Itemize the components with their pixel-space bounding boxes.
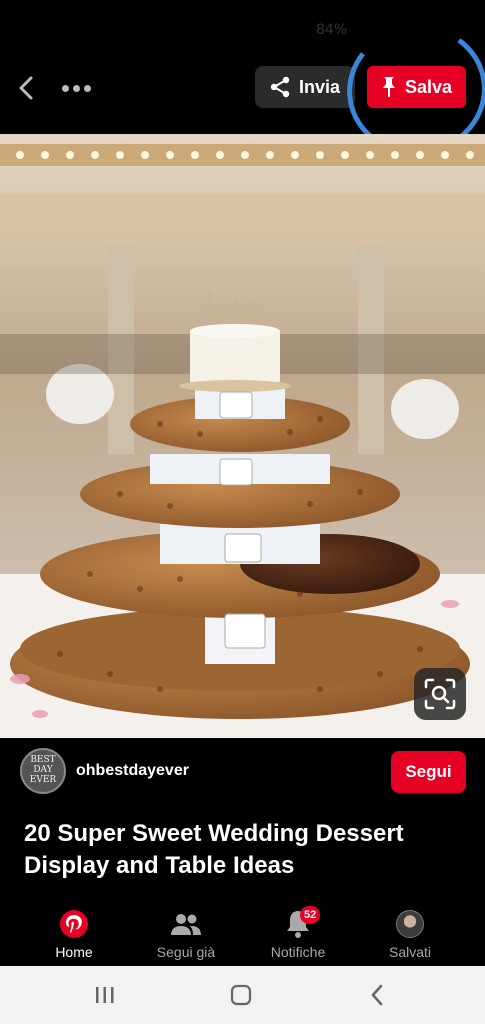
share-icon — [270, 76, 290, 98]
chevron-left-icon — [371, 984, 383, 1006]
nav-label-saved: Salvati — [388, 944, 432, 960]
pin-toolbar: Invia Salva — [0, 15, 485, 165]
save-label: Salva — [405, 76, 453, 97]
home-square-icon — [230, 984, 252, 1006]
recent-apps-icon — [96, 987, 114, 1003]
follow-button[interactable]: Segui — [391, 751, 466, 793]
home-button[interactable] — [221, 982, 261, 1008]
nav-label-notifications: Notifiche — [270, 944, 326, 960]
creator-row: BEST DAY EVER ohbestdayever Segui — [0, 748, 485, 798]
system-nav-bar — [0, 966, 485, 1024]
dot-icon — [61, 84, 69, 92]
share-button[interactable]: Invia — [255, 66, 355, 108]
more-options-button[interactable] — [58, 76, 94, 100]
profile-avatar-icon — [396, 910, 424, 938]
pin-image[interactable]: love — [0, 134, 485, 738]
nav-label-following: Segui già — [156, 944, 216, 960]
nav-item-saved[interactable]: Salvati — [360, 908, 460, 966]
battery-level: 84% — [316, 22, 348, 38]
nav-label-home: Home — [55, 944, 93, 960]
pushpin-icon — [383, 77, 395, 97]
dot-icon — [72, 84, 80, 92]
pin-title: 20 Super Sweet Wedding Dessert Display a… — [24, 820, 404, 879]
avatar-text: BEST DAY EVER — [29, 755, 57, 785]
creator-name[interactable]: ohbestdayever — [76, 762, 189, 780]
people-icon — [171, 914, 201, 935]
notification-badge: 52 — [300, 906, 321, 924]
lens-icon — [424, 678, 456, 710]
share-label: Invia — [299, 76, 341, 97]
back-button[interactable] — [12, 72, 40, 104]
nav-item-following[interactable]: Segui già — [136, 908, 236, 966]
dot-icon — [83, 84, 91, 92]
chevron-left-icon — [19, 76, 33, 100]
creator-avatar[interactable]: BEST DAY EVER — [20, 748, 66, 794]
status-bar: 84% — [0, 0, 485, 50]
save-button[interactable]: Salva — [367, 66, 466, 108]
bottom-nav: Home Segui già 52 Notifiche Salvati — [0, 900, 485, 966]
cake-topper-text: love — [204, 287, 266, 322]
system-back-button[interactable] — [357, 982, 397, 1008]
nav-item-home[interactable]: Home — [24, 908, 124, 966]
cookie-tower-illustration: love — [0, 134, 485, 738]
pinterest-logo-icon — [60, 910, 88, 938]
visual-search-button[interactable] — [414, 668, 466, 720]
nav-item-notifications[interactable]: 52 Notifiche — [248, 906, 348, 966]
recent-apps-button[interactable] — [85, 982, 125, 1008]
